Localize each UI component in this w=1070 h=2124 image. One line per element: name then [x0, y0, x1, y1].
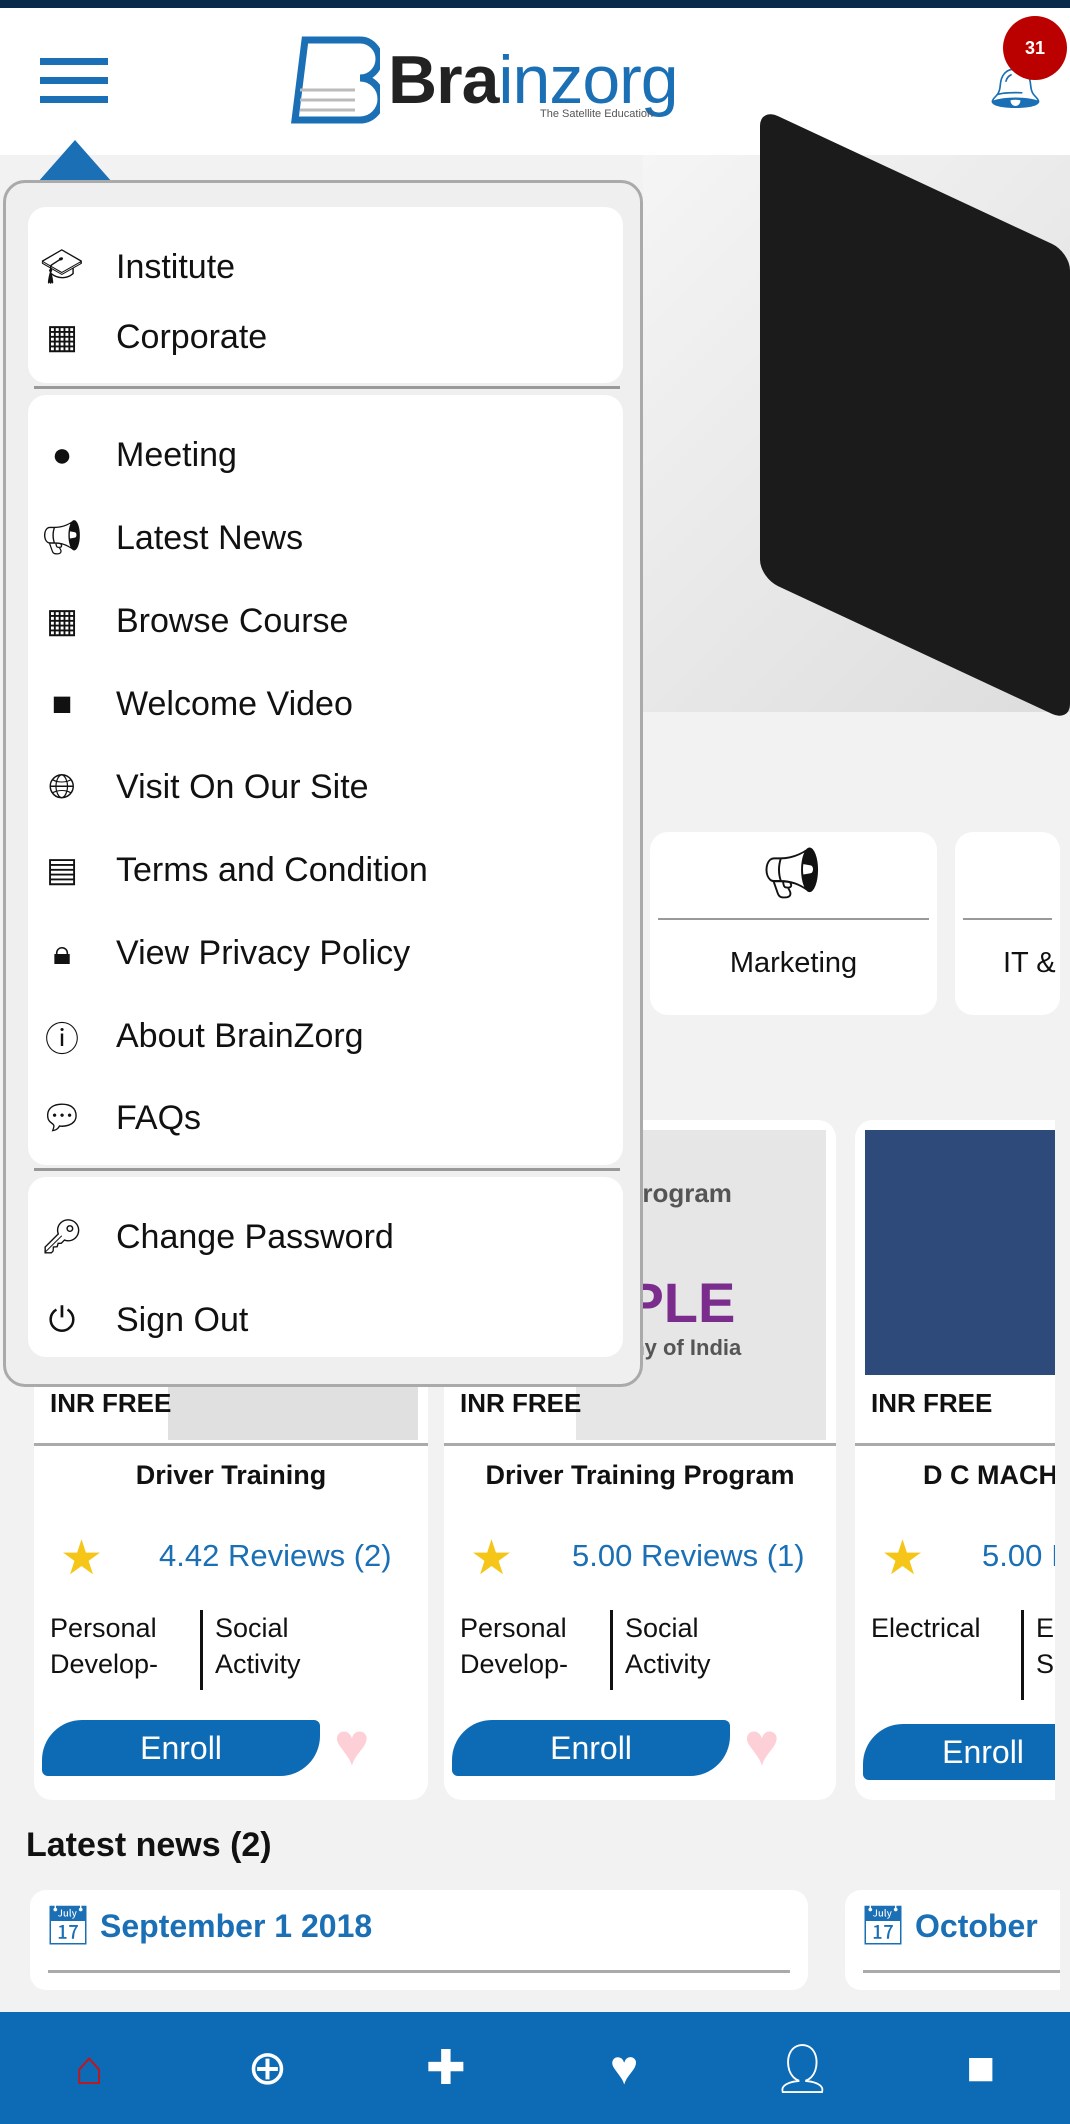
menu-item-sign-out[interactable]: ⏻ Sign Out [36, 1290, 596, 1350]
globe-icon: 🌐︎ [48, 767, 76, 806]
document-icon: ▤ [45, 851, 79, 889]
marketing-icon: 📢︎ [760, 845, 824, 901]
calendar-icon: 📅︎ [859, 1905, 908, 1947]
faq-icon: 💬︎ [40, 1099, 84, 1137]
building-icon: ▦ [45, 318, 79, 356]
building-icon: ▦ [45, 602, 79, 640]
power-icon: ⏻ [48, 1300, 76, 1339]
menu-item-welcome-video[interactable]: ■ Welcome Video [36, 674, 596, 734]
menu-item-faqs[interactable]: 💬︎ FAQs [36, 1088, 596, 1148]
plus-circle-icon[interactable]: ✚ [406, 2040, 486, 2096]
star-icon: ★ [881, 1532, 925, 1585]
brainzorg-logo: Brainzorg The Satellite Education [290, 32, 710, 127]
graduation-cap-icon: 🎓︎ [40, 248, 84, 286]
menu-item-visit-on-our-site[interactable]: 🌐︎ Visit On Our Site [36, 757, 596, 817]
status-bar [0, 0, 1070, 8]
key-icon: 🔑︎ [40, 1218, 84, 1256]
star-icon: ★ [60, 1532, 104, 1585]
menu-item-latest-news[interactable]: 📢︎ Latest News [36, 508, 596, 568]
menu-item-view-privacy-policy[interactable]: 🔒︎ View Privacy Policy [36, 923, 596, 983]
dropdown-menu: 🎓︎ Institute ▦ Corporate ● Meeting 📢︎ Latest Ne… [3, 180, 643, 1387]
notification-badge: 31 [1003, 16, 1067, 80]
hamburger-menu-button[interactable] [40, 58, 108, 104]
video-icon[interactable]: ■ [941, 2041, 1021, 2096]
user-icon[interactable]: 👤︎ [762, 2040, 842, 2097]
menu-item-browse-course[interactable]: ▦ Browse Course [36, 591, 596, 651]
menu-item-meeting[interactable]: ● Meeting [36, 425, 596, 485]
calendar-icon: 📅︎ [44, 1905, 93, 1947]
search-plus-icon[interactable]: ⊕ [227, 2040, 307, 2096]
favorite-heart-icon[interactable]: ♥ [744, 1710, 780, 1779]
menu-item-terms-and-condition[interactable]: ▤ Terms and Condition [36, 840, 596, 900]
info-icon: ⓘ [45, 1020, 79, 1059]
star-icon: ★ [470, 1532, 514, 1585]
menu-item-about-brainzorg[interactable]: ⓘ About BrainZorg [36, 1006, 596, 1066]
menu-item-change-password[interactable]: 🔑︎ Change Password [36, 1207, 596, 1267]
home-icon[interactable]: ⌂ [49, 2041, 129, 2096]
user-icon: ● [51, 435, 73, 474]
enroll-button[interactable]: Enroll [42, 1720, 320, 1776]
favorite-heart-icon[interactable]: ♥ [334, 1710, 370, 1779]
latest-news-heading: Latest news (2) [26, 1826, 272, 1864]
video-camera-icon: ■ [51, 684, 73, 723]
category-card-it[interactable]: IT & [955, 832, 1060, 1015]
course-card[interactable]: INR FREE D C MACH ★ 5.00 I ElectricalEle… [855, 1120, 1055, 1800]
lock-icon: 🔒︎ [52, 933, 72, 972]
enroll-button[interactable]: Enroll [452, 1720, 730, 1776]
menu-item-corporate[interactable]: ▦ Corporate [36, 307, 596, 367]
bottom-navigation: ⌂ ⊕ ✚ ♥ 👤︎ ■ [0, 2012, 1070, 2124]
news-card[interactable]: 📅︎ October [845, 1890, 1060, 1990]
heart-icon[interactable]: ♥ [584, 2041, 664, 2096]
menu-pointer [38, 140, 112, 182]
enroll-button[interactable]: Enroll [863, 1724, 1055, 1780]
megaphone-icon: 📢︎ [40, 519, 84, 557]
menu-item-institute[interactable]: 🎓︎ Institute [36, 237, 596, 297]
news-card[interactable]: 📅︎ September 1 2018 [30, 1890, 808, 1990]
course-image [865, 1130, 1055, 1375]
book-logo-icon [291, 36, 380, 123]
category-card-marketing[interactable]: 📢︎ Marketing [650, 832, 937, 1015]
